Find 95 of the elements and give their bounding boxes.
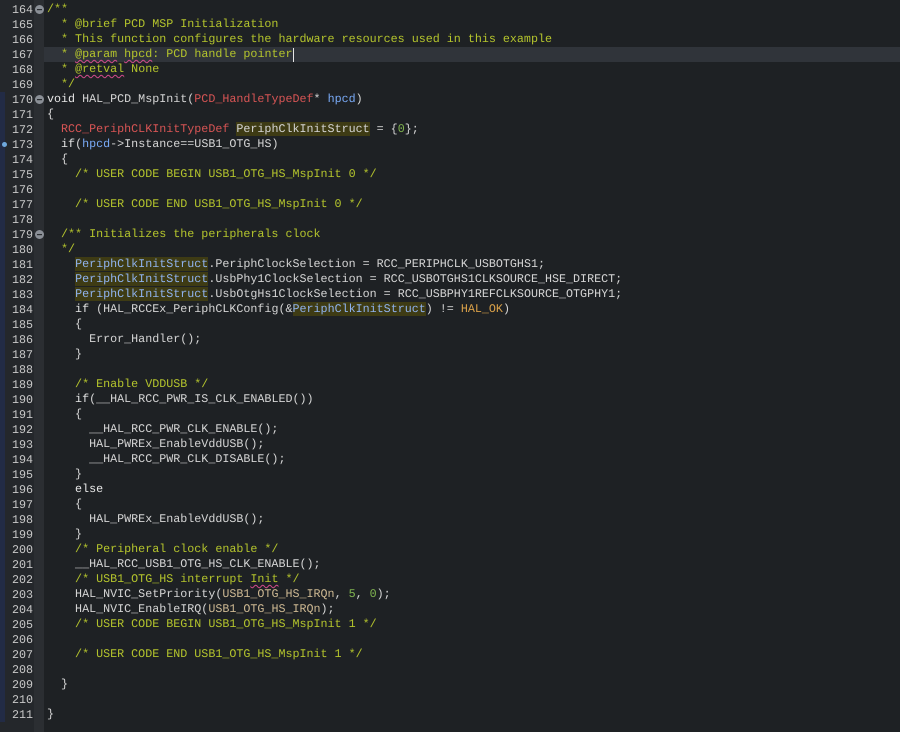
code-editor[interactable] — [0, 0, 900, 732]
line-number: 186 — [12, 332, 33, 346]
line-number: 165 — [12, 18, 33, 32]
code-line: HAL_PWREx_EnableVddUSB(); — [88, 437, 264, 452]
line-number: 166 — [12, 32, 33, 46]
line-number: 167 — [12, 48, 33, 62]
line-number: 183 — [12, 288, 33, 302]
code-line: * @retval None — [60, 62, 160, 77]
code-line: } — [47, 707, 54, 722]
line-number: 188 — [12, 362, 33, 376]
code-line: /* USER CODE END USB1_OTG_HS_MspInit 0 */ — [74, 197, 363, 212]
code-line: HAL_PWREx_EnableVddUSB(); — [88, 512, 264, 527]
code-line: PeriphClkInitStruct.PeriphClockSelection = RCC_PERIPHCLK_USBOTGHS1; — [74, 257, 545, 272]
code-line: RCC_PeriphCLKInitTypeDef PeriphClkInitStruct = {0}; — [60, 122, 419, 137]
code-line: __HAL_RCC_USB1_OTG_HS_CLK_ENABLE(); — [74, 557, 321, 572]
line-number: 178 — [12, 212, 33, 226]
code-line: * @param hpcd: PCD handle pointer — [60, 47, 293, 62]
code-line: { — [60, 152, 68, 167]
code-line: { — [47, 107, 54, 122]
line-number: 173 — [12, 138, 33, 152]
line-number: 170 — [12, 92, 33, 106]
code-line: PeriphClkInitStruct.UsbOtgHs1ClockSelection = RCC_USBPHY1REFCLKSOURCE_OTGPHY1; — [74, 287, 622, 302]
line-number: 164 — [12, 2, 33, 16]
line-number: 207 — [12, 648, 33, 662]
code-line: /* Peripheral clock enable */ — [74, 542, 278, 557]
line-number: 169 — [12, 78, 33, 92]
line-number: 199 — [12, 528, 33, 542]
fold-icon[interactable] — [34, 5, 44, 14]
line-number: 196 — [12, 482, 33, 496]
code-line: /* USER CODE BEGIN USB1_OTG_HS_MspInit 0 */ — [74, 167, 377, 182]
line-number: 180 — [12, 242, 33, 256]
code-line: PeriphClkInitStruct.UsbPhy1ClockSelection = RCC_USBOTGHS1CLKSOURCE_HSE_DIRECT; — [74, 272, 622, 287]
line-number: 204 — [12, 602, 33, 616]
line-number: 206 — [12, 632, 33, 646]
code-line: } — [74, 467, 82, 482]
code-line: __HAL_RCC_PWR_CLK_DISABLE(); — [88, 452, 286, 467]
line-number: 203 — [12, 588, 33, 602]
line-number: 192 — [12, 422, 33, 436]
code-line: HAL_NVIC_SetPriority(USB1_OTG_HS_IRQn, 5, 0); — [74, 587, 391, 602]
line-number: 174 — [12, 152, 33, 166]
line-number: 168 — [12, 62, 33, 76]
code-line: } — [60, 677, 68, 692]
text-cursor — [292, 48, 294, 62]
code-line: /** Initializes the peripherals clock — [60, 227, 321, 242]
line-number: 172 — [12, 122, 33, 136]
line-number: 175 — [12, 168, 33, 182]
code-line: if (HAL_RCCEx_PeriphCLKConfig(&PeriphClkInitStruct) != HAL_OK) — [74, 302, 510, 317]
code-line: __HAL_RCC_PWR_CLK_ENABLE(); — [88, 422, 278, 437]
code-line: /** — [47, 2, 68, 17]
line-number: 209 — [12, 678, 33, 692]
line-number: 182 — [12, 272, 33, 286]
code-line: /* Enable VDDUSB */ — [74, 377, 208, 392]
line-number: 210 — [12, 692, 33, 706]
line-number: 176 — [12, 182, 33, 196]
code-line: /* USER CODE BEGIN USB1_OTG_HS_MspInit 1 */ — [74, 617, 377, 632]
line-number: 195 — [12, 468, 33, 482]
line-number: 208 — [12, 662, 33, 676]
code-line: } — [74, 527, 82, 542]
code-line: { — [74, 497, 82, 512]
code-line: */ — [60, 77, 76, 92]
code-line: { — [74, 317, 82, 332]
line-number: 211 — [12, 708, 33, 722]
code-line: /* USER CODE END USB1_OTG_HS_MspInit 1 */ — [74, 647, 363, 662]
line-number: 191 — [12, 408, 33, 422]
line-number: 171 — [12, 108, 33, 122]
line-number: 205 — [12, 618, 33, 632]
line-number: 200 — [12, 542, 33, 556]
line-number: 185 — [12, 318, 33, 332]
fold-icon[interactable] — [34, 95, 44, 104]
line-number: 201 — [12, 558, 33, 572]
line-number: 177 — [12, 198, 33, 212]
line-number: 202 — [12, 572, 33, 586]
line-number: 179 — [12, 228, 33, 242]
code-line: */ — [60, 242, 76, 257]
code-line: * This function configures the hardware resources used in this example — [60, 32, 552, 47]
code-line: Error_Handler(); — [88, 332, 202, 347]
code-line: } — [74, 347, 82, 362]
line-number: 198 — [12, 512, 33, 526]
code-line: { — [74, 407, 82, 422]
line-number: 181 — [12, 258, 33, 272]
line-number: 184 — [12, 302, 33, 316]
code-line: else — [74, 482, 104, 497]
code-line: if(hpcd->Instance==USB1_OTG_HS) — [60, 137, 278, 152]
fold-icon[interactable] — [34, 230, 44, 239]
code-line: /* USB1_OTG_HS interrupt Init */ — [74, 572, 300, 587]
line-number: 197 — [12, 498, 33, 512]
code-line: void HAL_PCD_MspInit(PCD_HandleTypeDef* hpcd) — [47, 92, 363, 107]
code-line: if(__HAL_RCC_PWR_IS_CLK_ENABLED()) — [74, 392, 314, 407]
code-line: * @brief PCD MSP Initialization — [60, 17, 278, 32]
line-number: 194 — [12, 452, 33, 466]
line-number: 193 — [12, 438, 33, 452]
line-number: 187 — [12, 348, 33, 362]
code-line: HAL_NVIC_EnableIRQ(USB1_OTG_HS_IRQn); — [74, 602, 335, 617]
line-number: 190 — [12, 392, 33, 406]
line-number: 189 — [12, 378, 33, 392]
